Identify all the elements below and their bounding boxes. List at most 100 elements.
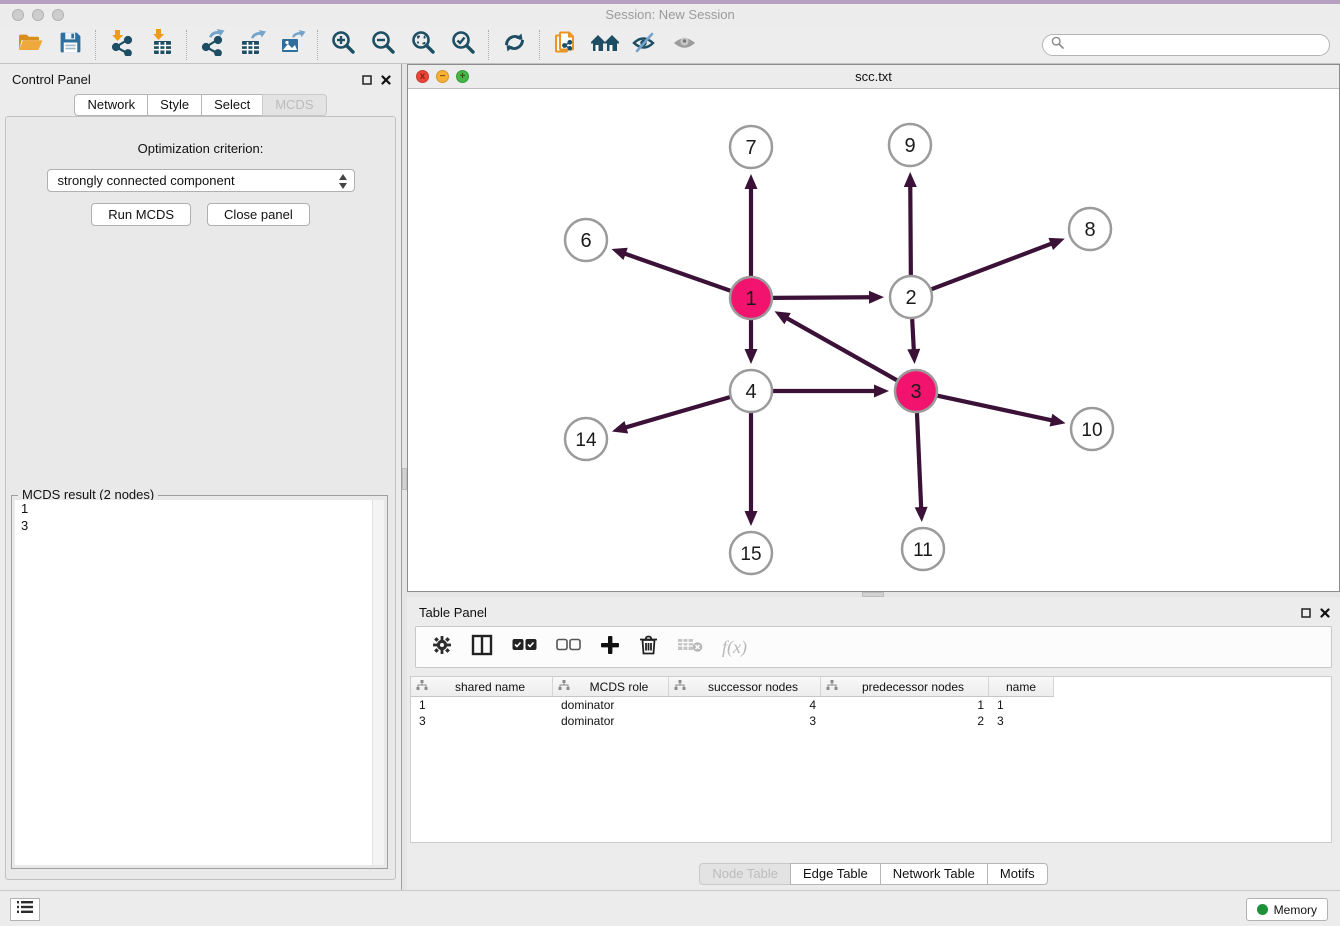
edge-2-3[interactable] [912,319,914,351]
close-panel-icon[interactable] [1320,605,1330,623]
column-header-predecessor-nodes[interactable]: predecessor nodes [821,677,989,697]
network-view-window: x − + scc.txt 7968124314101511 [407,64,1340,592]
edge-2-8[interactable] [932,243,1053,289]
float-panel-icon[interactable] [1301,605,1311,623]
optimization-criterion-select[interactable]: strongly connected component [47,169,355,192]
column-header-MCDS-role[interactable]: MCDS role [553,677,669,697]
toolbar-separator [95,30,96,60]
table-cell[interactable]: 1 [411,697,553,713]
duplicate-network-button[interactable] [545,29,585,61]
zoom-out-button[interactable] [363,29,403,61]
import-table-button[interactable] [141,29,181,61]
open-folder-icon [16,30,44,59]
export-network-button[interactable] [192,29,232,61]
tab-select[interactable]: Select [201,94,262,116]
zoom-selected-button[interactable] [443,29,483,61]
float-panel-icon[interactable] [362,72,372,90]
tab-mcds[interactable]: MCDS [262,94,326,116]
zoom-fit-button[interactable] [403,29,443,61]
function-builder-button[interactable]: f(x) [722,637,747,658]
table-cell[interactable]: 4 [669,697,821,713]
edge-arrowhead [1050,414,1066,427]
close-window-button[interactable] [12,9,24,21]
graph-node-label: 2 [905,287,916,309]
column-header-name[interactable]: name [989,677,1054,697]
deselect-all-button[interactable] [556,638,581,656]
close-panel-button[interactable]: Close panel [207,203,310,226]
delete-row-button[interactable] [639,634,658,660]
table-cell[interactable]: 2 [821,713,989,729]
table-panel-tabs: Node TableEdge TableNetwork TableMotifs [407,863,1340,885]
table-cell[interactable]: 3 [669,713,821,729]
table-row[interactable]: 1dominator411 [411,697,1331,713]
edge-2-9[interactable] [910,185,911,275]
close-panel-icon[interactable] [381,72,391,90]
mcds-result-line: 3 [15,517,384,534]
toolbar-separator [317,30,318,60]
table-cell[interactable]: 1 [821,697,989,713]
tab-node-table[interactable]: Node Table [699,863,790,885]
node-table[interactable]: shared nameMCDS rolesuccessor nodesprede… [410,676,1332,843]
zoom-in-icon [330,29,357,61]
shared-column-icon [553,680,570,694]
mcds-result-text[interactable]: 13 [15,500,384,865]
graph-node-label: 15 [740,544,761,565]
run-mcds-button[interactable]: Run MCDS [91,203,191,226]
search-icon [1051,36,1064,54]
network-maximize-button[interactable]: + [456,70,469,83]
edge-4-14[interactable] [624,397,729,428]
edge-3-10[interactable] [938,396,1053,421]
show-column-button[interactable] [471,634,493,661]
tab-edge-table[interactable]: Edge Table [790,863,880,885]
search-input[interactable] [1069,37,1321,53]
apply-layout-button[interactable] [494,29,534,61]
window-title: Session: New Session [0,4,1340,26]
edge-3-1[interactable] [786,318,897,381]
network-canvas[interactable]: 7968124314101511 [408,89,1339,591]
export-image-icon [279,29,306,61]
tab-network-table[interactable]: Network Table [880,863,987,885]
edge-arrowhead [869,291,884,304]
table-cell[interactable]: 3 [989,713,1054,729]
table-settings-button[interactable] [432,635,452,660]
open-session-button[interactable] [10,29,50,61]
tab-style[interactable]: Style [147,94,201,116]
tab-motifs[interactable]: Motifs [987,863,1048,885]
memory-button[interactable]: Memory [1246,898,1328,921]
delete-table-button[interactable] [677,636,703,659]
result-scrollbar[interactable] [372,500,384,865]
toolbar-separator [186,30,187,60]
zoom-window-button[interactable] [52,9,64,21]
export-image-button[interactable] [272,29,312,61]
edge-1-6[interactable] [624,253,731,290]
minimize-window-button[interactable] [32,9,44,21]
hide-selected-button[interactable] [625,29,665,61]
table-row[interactable]: 3dominator323 [411,713,1331,729]
column-header-successor-nodes[interactable]: successor nodes [669,677,821,697]
task-history-button[interactable] [10,898,40,921]
edge-1-2[interactable] [773,297,871,298]
first-neighbors-button[interactable] [585,29,625,61]
table-cell[interactable]: dominator [553,713,669,729]
select-all-button[interactable] [512,638,537,656]
network-minimize-button[interactable]: − [436,70,449,83]
table-cell[interactable]: 1 [989,697,1054,713]
column-header-label: name [989,680,1053,694]
save-session-button[interactable] [50,29,90,61]
shared-column-icon [411,680,428,694]
save-floppy-icon [58,30,83,60]
table-cell[interactable]: dominator [553,697,669,713]
toolbar-separator [488,30,489,60]
main-toolbar [0,26,1340,64]
export-table-button[interactable] [232,29,272,61]
edge-3-11[interactable] [917,413,921,509]
show-all-button[interactable] [665,29,705,61]
zoom-in-button[interactable] [323,29,363,61]
table-cell[interactable]: 3 [411,713,553,729]
tab-network[interactable]: Network [74,94,147,116]
import-network-button[interactable] [101,29,141,61]
column-header-shared-name[interactable]: shared name [411,677,553,697]
edge-arrowhead [611,248,627,260]
add-row-button[interactable] [600,635,620,660]
network-close-button[interactable]: x [416,70,429,83]
